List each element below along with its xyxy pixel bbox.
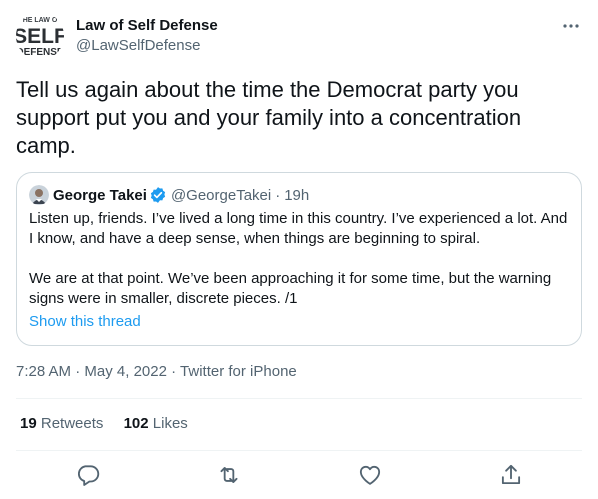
avatar-logo: HE LAW O SELF DEFENSE (16, 12, 64, 60)
likes-stat[interactable]: 102 Likes (124, 414, 188, 434)
tweet-date[interactable]: May 4, 2022 (84, 363, 167, 380)
reply-icon (77, 465, 100, 486)
quoted-separator: · (275, 186, 281, 204)
likes-label: Likes (152, 415, 188, 432)
more-horizontal-icon (563, 24, 579, 28)
author-avatar[interactable]: HE LAW O SELF DEFENSE (16, 12, 64, 60)
author-info[interactable]: Law of Self Defense @LawSelfDefense (76, 16, 218, 56)
avatar-text-bottom: DEFENSE (16, 47, 64, 58)
avatar-text-main: SELF (16, 25, 64, 48)
quoted-tweet-text: Listen up, friends. I’ve lived a long ti… (29, 209, 569, 309)
meta-separator-1: · (75, 363, 81, 380)
meta-separator-2: · (171, 363, 177, 380)
tweet-stats: 19 Retweets 102 Likes (20, 414, 204, 434)
quoted-time: 19h (284, 186, 310, 204)
tweet-header: HE LAW O SELF DEFENSE Law of Self Defens… (16, 12, 582, 64)
tweet-meta: 7:28 AM · May 4, 2022 · Twitter for iPho… (16, 362, 297, 382)
quoted-tweet[interactable]: George Takei @GeorgeTakei · 19h Listen u… (16, 172, 582, 346)
quoted-paragraph-2: We are at that point. We’ve been approac… (29, 270, 552, 307)
divider-top (16, 398, 582, 399)
tweet-text: Tell us again about the time the Democra… (16, 77, 522, 158)
likes-count: 102 (123, 415, 149, 432)
tweet-time[interactable]: 7:28 AM (16, 363, 71, 380)
more-options-button[interactable] (560, 16, 582, 36)
retweet-button[interactable] (216, 462, 242, 488)
quoted-avatar-image (29, 185, 49, 205)
author-name[interactable]: Law of Self Defense (76, 16, 218, 36)
quoted-author-avatar (29, 185, 49, 205)
quoted-author-handle: @GeorgeTakei (170, 186, 272, 204)
tweet-actions (16, 460, 582, 490)
heart-icon (359, 465, 381, 485)
avatar-text-top: HE LAW O (23, 17, 58, 24)
retweets-label: Retweets (40, 415, 104, 432)
author-handle[interactable]: @LawSelfDefense (76, 36, 218, 56)
reply-button[interactable] (75, 462, 101, 488)
verified-badge-icon (150, 187, 166, 203)
show-thread-link[interactable]: Show this thread (29, 313, 141, 330)
retweets-count: 19 (20, 415, 37, 432)
quoted-paragraph-1: Listen up, friends. I’ve lived a long ti… (29, 210, 568, 247)
quoted-tweet-header: George Takei @GeorgeTakei · 19h (29, 185, 309, 205)
retweets-stat[interactable]: 19 Retweets (20, 414, 103, 434)
divider-bottom (16, 450, 582, 451)
share-icon (501, 464, 521, 485)
tweet-source[interactable]: Twitter for iPhone (180, 363, 297, 380)
share-button[interactable] (498, 462, 524, 488)
retweet-icon (220, 467, 238, 483)
quoted-author-name: George Takei (53, 186, 147, 204)
like-button[interactable] (357, 462, 383, 488)
